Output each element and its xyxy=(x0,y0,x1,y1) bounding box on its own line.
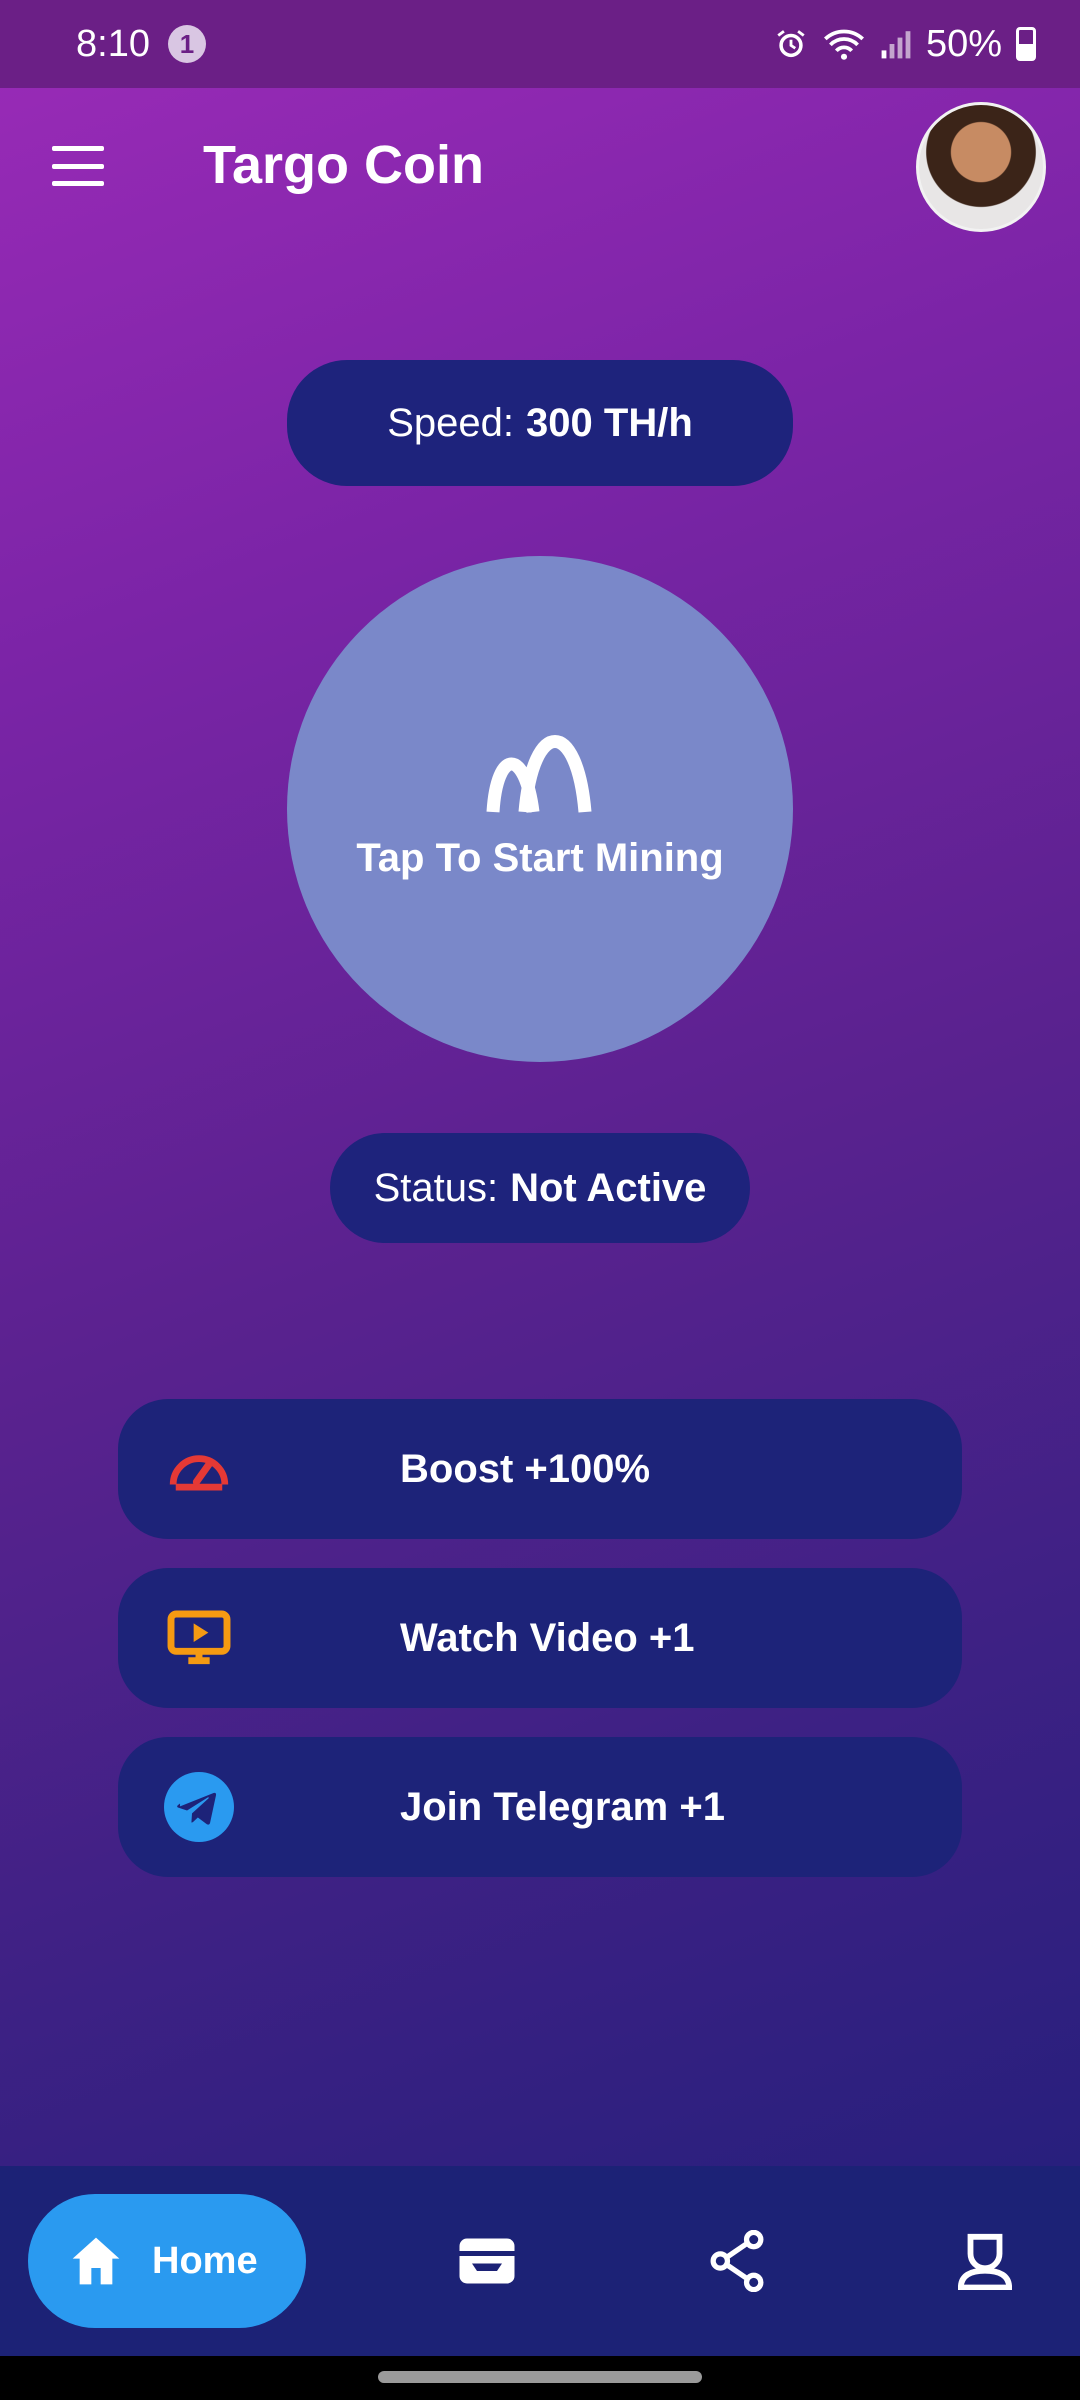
speed-value: 300 TH/h xyxy=(526,400,693,445)
gesture-handle[interactable] xyxy=(378,2371,702,2383)
notification-count-badge: 1 xyxy=(167,25,206,63)
share-icon xyxy=(710,2230,764,2292)
avatar[interactable] xyxy=(916,102,1046,232)
start-mining-button[interactable]: Tap To Start Mining xyxy=(287,556,793,1062)
nav-wallet-button[interactable] xyxy=(452,2226,522,2296)
mining-status: Status: Not Active xyxy=(330,1133,750,1243)
nav-home-button[interactable]: Home xyxy=(28,2194,306,2328)
alarm-icon xyxy=(777,30,805,58)
status-value: Not Active xyxy=(510,1165,707,1210)
status-label: Status: xyxy=(373,1165,499,1210)
watch-video-label: Watch Video +1 xyxy=(400,1615,695,1660)
nav-share-button[interactable] xyxy=(702,2226,772,2296)
home-icon xyxy=(72,2237,120,2285)
targo-logo-icon xyxy=(486,734,592,813)
wallet-icon xyxy=(459,2238,515,2284)
watch-video-button[interactable]: Watch Video +1 xyxy=(118,1568,962,1708)
profile-icon xyxy=(958,2233,1012,2290)
speedometer-icon xyxy=(164,1434,234,1504)
join-telegram-button[interactable]: Join Telegram +1 xyxy=(118,1737,962,1877)
speed-indicator: Speed: 300 TH/h xyxy=(287,360,793,486)
boost-label: Boost +100% xyxy=(400,1446,651,1491)
app-title: Targo Coin xyxy=(203,135,484,195)
signal-icon xyxy=(881,31,911,59)
telegram-icon xyxy=(164,1772,234,1842)
status-bar: 8:10 1 50% xyxy=(0,0,1080,88)
battery-icon xyxy=(1016,27,1036,61)
battery-percent: 50% xyxy=(925,22,1002,65)
nav-home-label: Home xyxy=(152,2239,258,2282)
system-gesture-bar xyxy=(0,2356,1080,2400)
speed-label: Speed: xyxy=(387,400,515,445)
bottom-nav: Home xyxy=(0,2166,1080,2356)
nav-profile-button[interactable] xyxy=(950,2226,1020,2296)
start-mining-label: Tap To Start Mining xyxy=(356,835,724,880)
tv-play-icon xyxy=(164,1603,234,1673)
join-telegram-label: Join Telegram +1 xyxy=(400,1784,725,1829)
wifi-icon xyxy=(823,29,864,60)
status-time: 8:10 xyxy=(76,22,150,65)
menu-button[interactable] xyxy=(52,146,104,186)
app-bar: Targo Coin xyxy=(0,88,1080,248)
boost-button[interactable]: Boost +100% xyxy=(118,1399,962,1539)
